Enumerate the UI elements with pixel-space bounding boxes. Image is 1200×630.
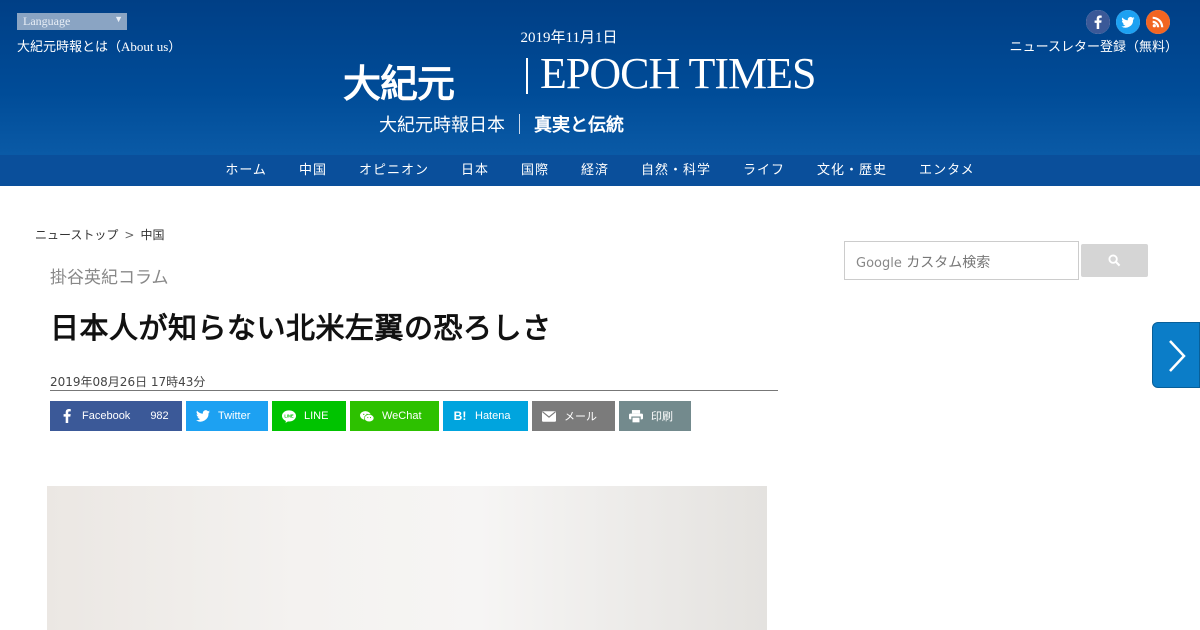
nav-item-entertainment[interactable]: エンタメ [903,155,991,186]
share-mail-button[interactable]: メール [532,401,615,431]
search-button[interactable] [1081,244,1148,277]
article-title: 日本人が知らない北米左翼の恐ろしさ [50,311,552,345]
nav-item-science[interactable]: 自然・科学 [625,155,727,186]
logo-english: EPOCH TIMES [540,49,816,98]
site-logo[interactable]: 大紀元 EPOCH TIMES [343,49,863,106]
breadcrumb-home[interactable]: ニューストップ [35,228,118,242]
share-twitter-label: Twitter [218,410,251,422]
nav-item-china[interactable]: 中国 [283,155,343,186]
logo-divider [526,58,528,94]
tagline-divider [519,114,520,134]
nav-item-home[interactable]: ホーム [209,155,283,186]
nav-item-culture[interactable]: 文化・歴史 [801,155,903,186]
chevron-down-icon: ▼ [114,14,123,24]
header-date: 2019年11月1日 [520,30,618,46]
share-facebook-count: 982 [150,410,169,422]
twitter-icon [196,409,210,423]
facebook-icon [60,409,74,423]
share-wechat-label: WeChat [382,410,422,422]
nav-item-economy[interactable]: 経済 [565,155,625,186]
share-twitter-button[interactable]: Twitter [186,401,268,431]
newsletter-link[interactable]: ニュースレター登録（無料） [1010,36,1178,55]
share-print-label: 印刷 [651,411,673,423]
search-input[interactable]: Google カスタム検索 [844,241,1079,280]
article-hero-image [47,486,767,630]
print-icon [629,409,643,423]
search-icon [1108,254,1121,267]
nav-item-life[interactable]: ライフ [727,155,801,186]
breadcrumb-current[interactable]: 中国 [140,228,164,242]
breadcrumb: ニューストップ > 中国 [35,226,164,243]
rss-icon[interactable] [1146,10,1170,34]
google-logo: Google [856,256,902,271]
facebook-icon[interactable] [1086,10,1110,34]
line-icon: LINE [282,409,296,423]
nav-item-international[interactable]: 国際 [505,155,565,186]
mail-icon [542,409,556,423]
logo-chinese: 大紀元 [343,62,455,106]
nav-item-opinion[interactable]: オピニオン [343,155,445,186]
svg-text:LINE: LINE [284,413,294,418]
tagline-right: 真実と伝統 [534,115,624,136]
site-header: Language ▼ 大紀元時報とは（About us） 2019年11月1日 … [0,0,1200,155]
share-facebook-label: Facebook [82,410,131,422]
share-line-button[interactable]: LINE LINE [272,401,346,431]
share-line-label: LINE [304,410,329,422]
twitter-icon[interactable] [1116,10,1140,34]
divider [50,390,778,391]
share-hatena-label: Hatena [475,410,511,422]
share-facebook-button[interactable]: Facebook 982 [50,401,182,431]
article-column-label[interactable]: 掛谷英紀コラム [50,263,169,288]
chevron-right-icon [1169,340,1186,372]
breadcrumb-separator: > [124,228,135,242]
next-article-button[interactable] [1152,322,1200,388]
tagline-left: 大紀元時報日本 [379,115,505,136]
site-tagline: 大紀元時報日本 真実と伝統 [379,111,624,137]
nav-item-japan[interactable]: 日本 [445,155,505,186]
article-date: 2019年08月26日 17時43分 [50,375,206,389]
share-mail-label: メール [564,411,597,423]
search-placeholder: カスタム検索 [906,255,991,271]
hatena-icon: B! [453,409,467,423]
share-hatena-button[interactable]: B! Hatena [443,401,528,431]
share-wechat-button[interactable]: WeChat [350,401,439,431]
share-print-button[interactable]: 印刷 [619,401,691,431]
main-nav: ホーム 中国 オピニオン 日本 国際 経済 自然・科学 ライフ 文化・歴史 エン… [0,155,1200,186]
wechat-icon [360,409,374,423]
